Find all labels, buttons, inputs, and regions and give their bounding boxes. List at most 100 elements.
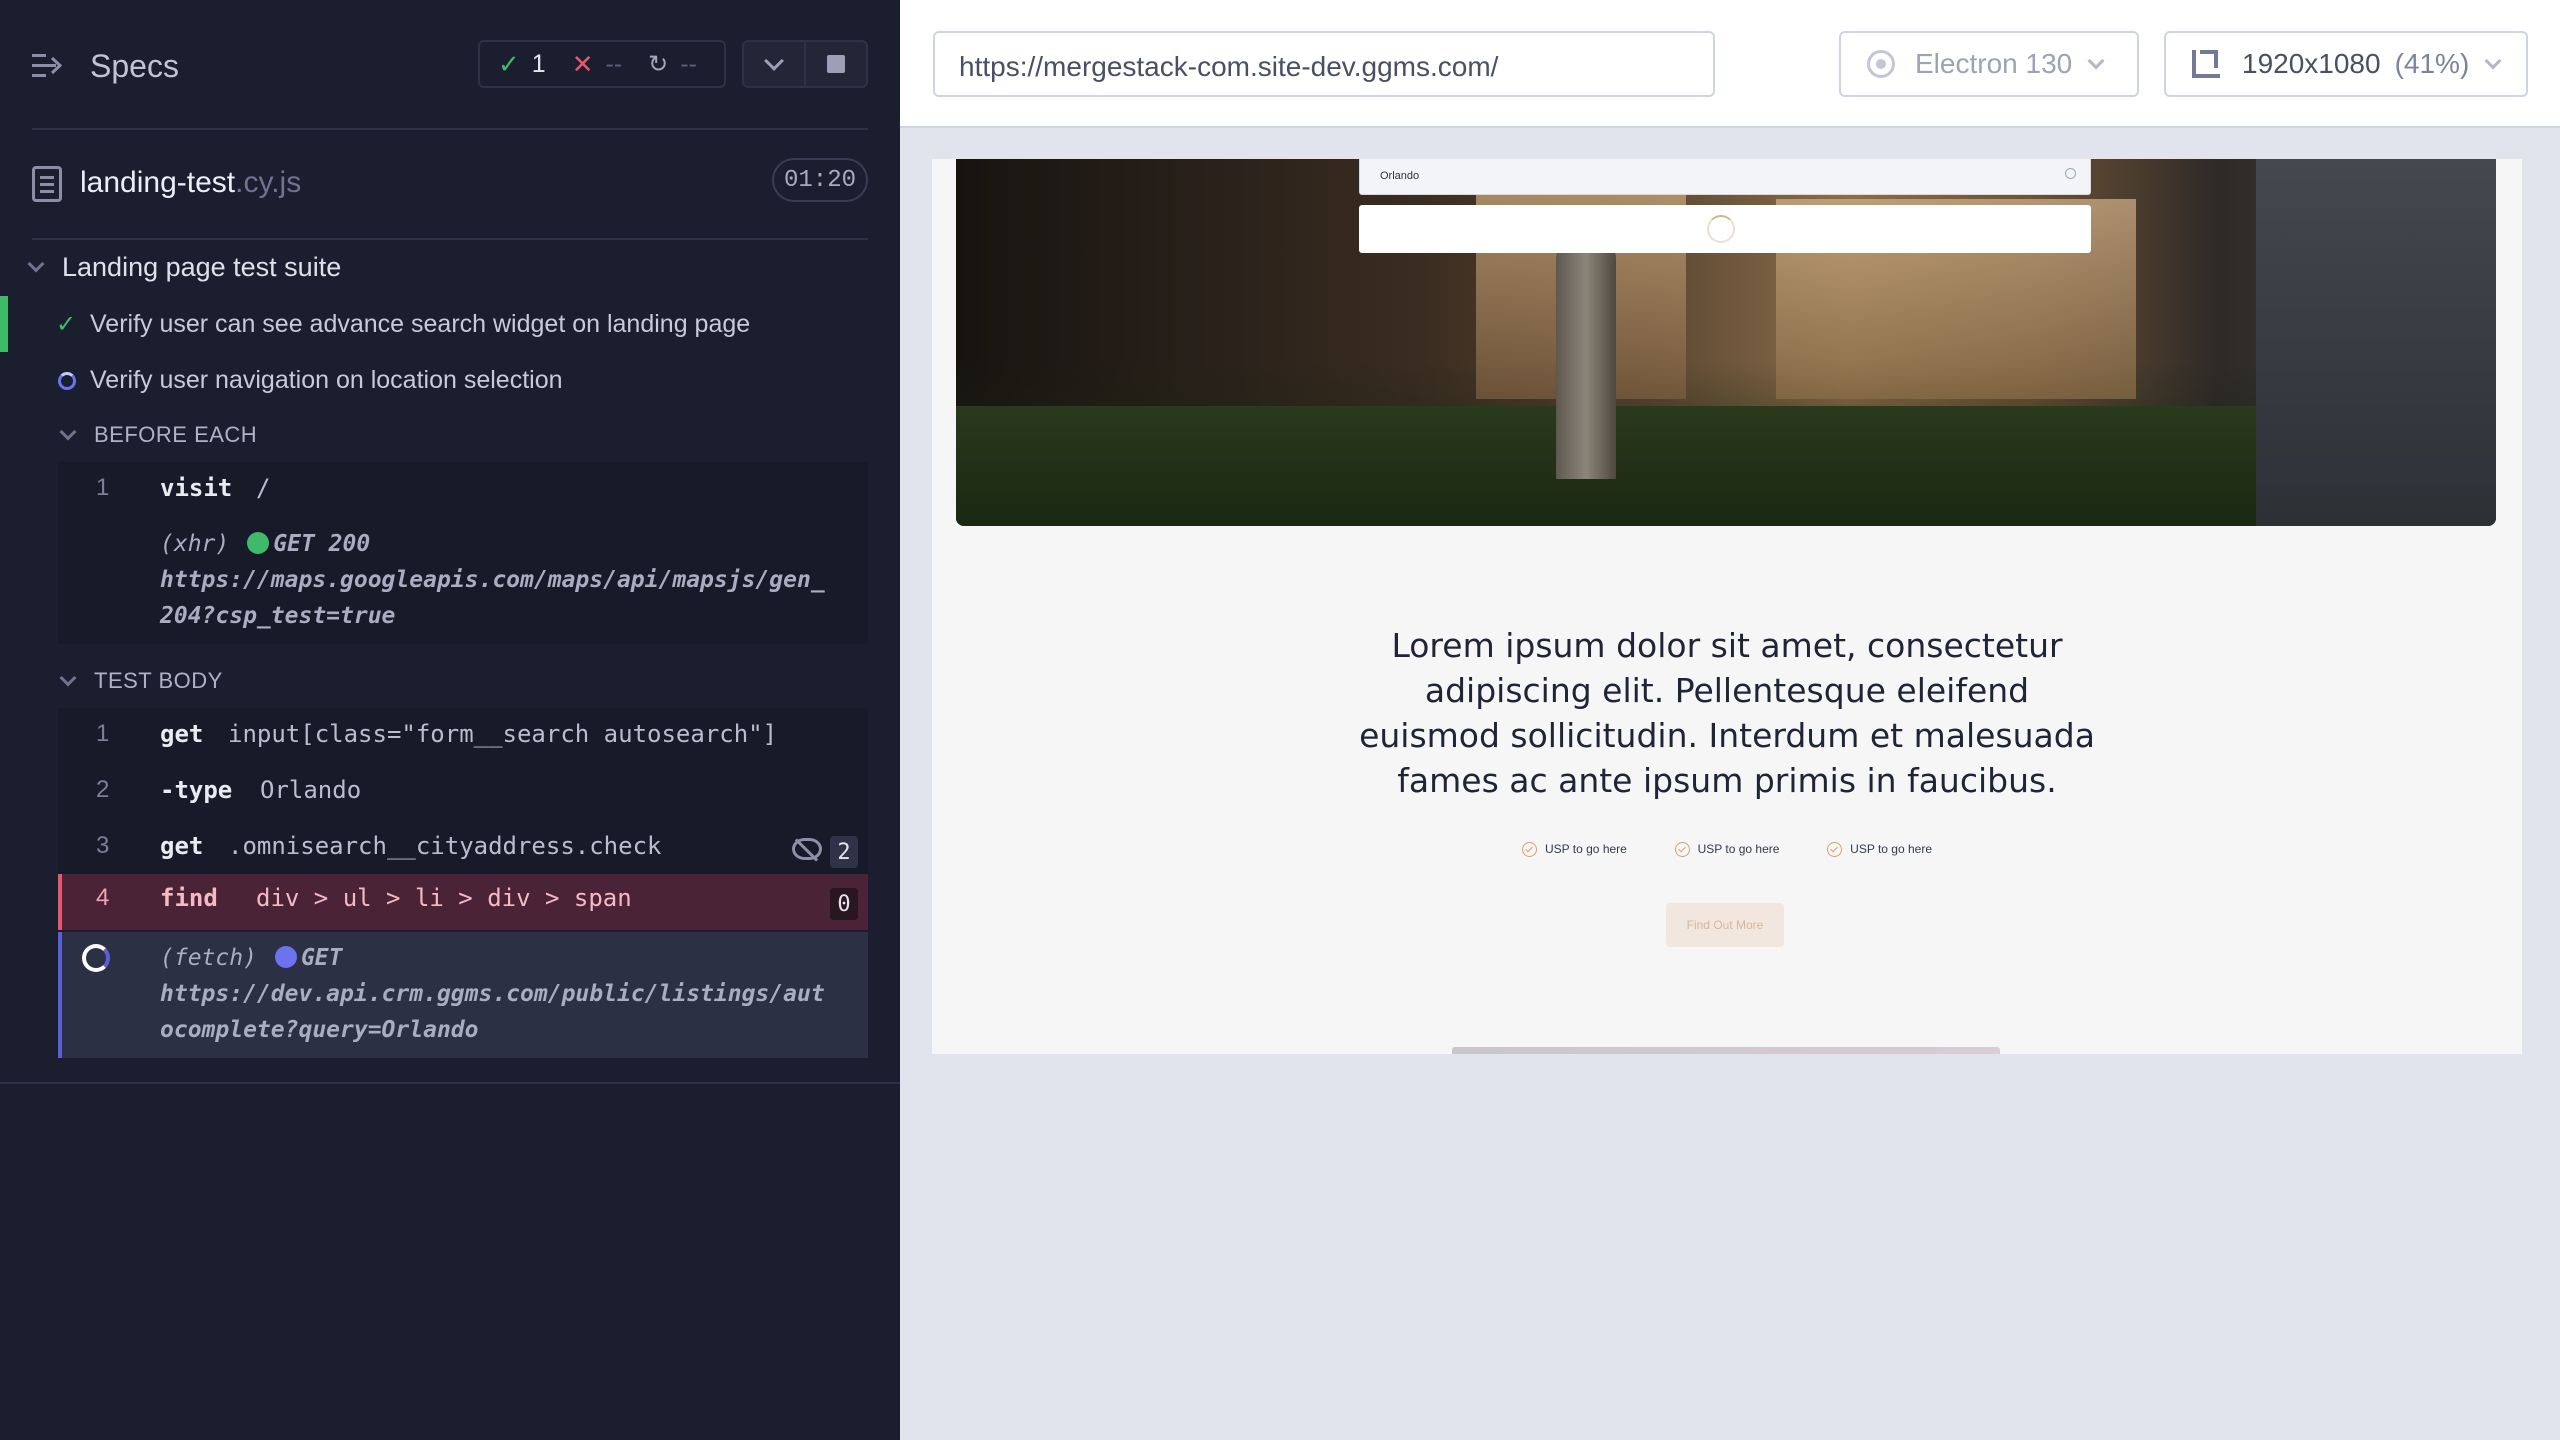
command-message: / [256, 474, 271, 502]
test-row-passed[interactable]: ✓ Verify user can see advance search wid… [0, 296, 900, 352]
command-message: div > ul > li > div > span [256, 884, 632, 912]
command-name: visit [160, 474, 233, 502]
chevron-down-icon [27, 255, 45, 273]
spec-divider [32, 238, 868, 240]
hero-wall [2256, 159, 2496, 526]
document-icon [32, 166, 62, 202]
aut-panel: https://mergestack-com.site-dev.ggms.com… [900, 0, 2560, 1440]
command-name: get [160, 832, 204, 860]
chevron-down-icon [59, 423, 77, 441]
test-body-commands: 1 get input[class="form__search autosear… [58, 708, 868, 874]
check-circle-icon [1827, 841, 1843, 857]
usp-item: USP to go here [1522, 839, 1627, 859]
usp-label: USP to go here [1850, 842, 1932, 856]
usp-list: USP to go here USP to go here USP to go … [1522, 839, 1932, 859]
pending-stat: ↻ -- [648, 50, 697, 79]
loading-spinner-icon [82, 944, 110, 972]
specs-menu-icon[interactable] [32, 52, 64, 80]
location-search-input[interactable]: Orlando [1359, 159, 2091, 195]
command-message: Orlando [260, 776, 362, 804]
find-out-more-button[interactable]: Find Out More [1666, 903, 1784, 947]
chevron-down-icon [2087, 52, 2105, 70]
browser-selector[interactable]: Electron 130 [1839, 31, 2139, 97]
check-circle-icon [1674, 841, 1690, 857]
command-name: get [160, 720, 204, 748]
usp-item: USP to go here [1827, 839, 1932, 859]
suite-title: Landing page test suite [62, 252, 342, 282]
running-spinner-icon [58, 372, 76, 390]
command-row: 4 find div > ul > li > div > span 0 [58, 884, 868, 924]
hook-test-body[interactable]: TEST BODY [0, 664, 900, 700]
command-name: find [160, 884, 218, 912]
usp-label: USP to go here [1545, 842, 1627, 856]
command-number: 4 [96, 884, 110, 911]
hook-before-each[interactable]: BEFORE EACH [0, 418, 900, 454]
viewport-scale: (41%) [2394, 48, 2470, 79]
command-number: 1 [96, 474, 110, 501]
command-row[interactable]: 3 get .omnisearch__cityaddress.check 2 [58, 832, 868, 872]
command-number: 1 [96, 720, 110, 747]
search-value: Orlando [1380, 170, 1420, 182]
check-circle-icon [1522, 841, 1537, 857]
stop-button[interactable] [804, 40, 868, 88]
eye-off-icon [792, 838, 822, 860]
electron-icon [1867, 50, 1895, 78]
pending-icon: ↻ [648, 50, 669, 78]
hook-title: BEFORE EACH [94, 422, 258, 447]
usp-item: USP to go here [1674, 839, 1780, 859]
passed-stat: ✓ 1 [498, 49, 546, 80]
failed-stat: ✕ -- [572, 49, 622, 80]
test-row-running[interactable]: Verify user navigation on location selec… [0, 358, 900, 406]
spec-file-name[interactable]: landing-test.cy.js [80, 166, 301, 200]
header-divider [32, 128, 868, 130]
browser-label: Electron 130 [1915, 48, 2073, 79]
hero-image: Orlando [956, 159, 2496, 526]
app-iframe: Orlando Lorem ipsum dolor sit amet, cons… [932, 159, 2522, 1054]
command-number: 2 [96, 776, 110, 803]
command-row[interactable]: 2 -type Orlando [58, 776, 868, 816]
failed-count: -- [605, 49, 623, 78]
viewport-selector[interactable]: 1920x1080 (41%) [2164, 31, 2528, 97]
test-title: Verify user navigation on location selec… [90, 366, 563, 394]
page-headline: Lorem ipsum dolor sit amet, consectetur … [1359, 626, 2095, 800]
failed-command-row[interactable]: 4 find div > ul > li > div > span 0 [58, 874, 868, 930]
request-url-line2: ocomplete?query=Orlando [160, 1017, 479, 1043]
before-each-commands: 1 visit / (xhr) GET 200 https://maps.goog… [58, 462, 868, 644]
test-status-bar [0, 296, 8, 352]
command-row[interactable]: 1 visit / [58, 474, 868, 514]
test-title: Verify user can see advance search widge… [90, 310, 751, 338]
element-count-badge: 2 [830, 836, 858, 868]
search-icon[interactable] [2065, 168, 2076, 179]
request-url-line1: https://maps.googleapis.com/maps/api/map… [160, 567, 825, 593]
command-row[interactable]: 1 get input[class="form__search autosear… [58, 720, 868, 760]
spec-extension: .cy.js [235, 166, 302, 199]
specs-title[interactable]: Specs [90, 48, 179, 85]
loading-spinner-icon [1707, 215, 1735, 243]
chevron-down-icon [2484, 52, 2502, 70]
chevron-down-icon [59, 669, 77, 687]
url-field[interactable]: https://mergestack-com.site-dev.ggms.com… [933, 31, 1715, 97]
command-number: 3 [96, 832, 110, 859]
hero-tree-trunk [1556, 239, 1616, 479]
viewport-size: 1920x1080 [2242, 48, 2381, 79]
pending-request-row[interactable]: (fetch) GET https://dev.api.crm.ggms.com/… [58, 932, 868, 1058]
xhr-request-log[interactable]: (xhr) GET 200 https://maps.googleapis.com… [160, 526, 825, 634]
request-url-line1: https://dev.api.crm.ggms.com/public/list… [160, 981, 825, 1007]
suite-row[interactable]: Landing page test suite [0, 248, 900, 292]
hook-title: TEST BODY [94, 668, 223, 693]
stop-icon [827, 55, 845, 73]
usp-label: USP to go here [1697, 842, 1780, 856]
request-status: GET 200 [273, 531, 371, 557]
spec-name: landing-test [80, 166, 236, 199]
chevron-down-icon [764, 51, 784, 71]
request-status: GET [300, 945, 343, 971]
ruler-icon [2192, 50, 2220, 78]
command-message: .omnisearch__cityaddress.check [228, 832, 662, 860]
request-type: (xhr) [160, 531, 230, 557]
command-message: input[class="form__search autosearch"] [228, 720, 778, 748]
autocomplete-dropdown [1359, 205, 2091, 253]
passed-count: 1 [531, 49, 546, 78]
fetch-request-log: (fetch) GET https://dev.api.crm.ggms.com/… [160, 940, 825, 1048]
pending-count: -- [680, 49, 697, 78]
auto-scroll-toggle-button[interactable] [742, 40, 806, 88]
